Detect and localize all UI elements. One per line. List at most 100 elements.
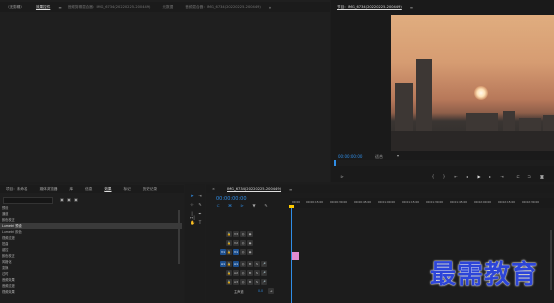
lock-icon[interactable]: 🔒 (226, 270, 232, 276)
track-target[interactable]: A1 (233, 261, 239, 267)
sync-lock-icon[interactable]: ◎ (240, 270, 246, 276)
lock-icon[interactable]: 🔒 (226, 261, 232, 267)
lock-icon[interactable]: 🔒 (226, 279, 232, 285)
sync-lock-icon[interactable]: ◎ (240, 261, 246, 267)
sync-lock-icon[interactable]: ◎ (240, 249, 246, 255)
effects-search[interactable] (3, 197, 53, 204)
tab-audio-clip-mixer[interactable]: 音频剪辑混合器：IMG_6734(20220225-200449) (62, 2, 157, 12)
timeline-menu-icon[interactable]: ≡ (289, 187, 292, 192)
wrench-icon[interactable]: ✎ (264, 204, 268, 208)
settings-icon[interactable]: ▾ (396, 154, 400, 158)
go-to-out-icon[interactable]: ⇥ (500, 175, 504, 179)
video-clip[interactable] (292, 252, 299, 260)
tab-audio-mixer[interactable]: 音频混合器：IMG_6734(20220225-200449) (179, 2, 267, 12)
mute-button[interactable]: M (247, 261, 253, 267)
slip-tool-icon[interactable]: |↔| (190, 212, 195, 220)
track-target[interactable]: A3 (233, 279, 239, 285)
step-back-icon[interactable]: ◂ (465, 175, 469, 179)
play-icon[interactable]: ▶ (477, 175, 481, 179)
snap-icon[interactable]: ⊂ (216, 204, 220, 208)
hand-icon[interactable]: ✋ (190, 221, 195, 225)
go-to-in-icon[interactable]: ⇤ (454, 175, 458, 179)
mark-out-icon[interactable]: } (442, 175, 446, 179)
mark-in-icon[interactable]: { (431, 175, 435, 179)
sync-lock-icon[interactable]: ◎ (240, 231, 246, 237)
pen-icon[interactable]: ✒ (198, 212, 202, 216)
program-title[interactable]: 节目：IMG_6734(20220225-200449) (331, 2, 408, 12)
lock-icon[interactable]: 🔒 (226, 240, 232, 246)
mic-icon[interactable]: 🎤 (261, 261, 267, 267)
list-item[interactable]: 视频效果 (0, 289, 182, 295)
export-frame-icon[interactable]: ◙ (540, 175, 544, 179)
timeline-close-icon[interactable]: × (206, 185, 221, 193)
tab-effects[interactable]: 效果 (98, 185, 117, 193)
mic-icon[interactable]: 🎤 (261, 270, 267, 276)
effects-scrollbar[interactable] (178, 210, 180, 264)
tab-media-browser[interactable]: 媒体浏览器 (34, 185, 64, 193)
track-headers: 🔒 V3 ◎ ◉ 🔒 V2 ◎ ◉ V1 🔒 V1 ◎ ◉ A1 🔒 A1 ◎ … (210, 230, 290, 300)
tab-project[interactable]: 项目：未命名 (0, 185, 34, 193)
sync-lock-icon[interactable]: ◎ (240, 279, 246, 285)
track-a3: 🔒 A3 ◎ M S 🎤 (210, 278, 290, 286)
track-select-icon[interactable]: ⇥ (198, 194, 202, 198)
track-target[interactable]: V1 (233, 249, 239, 255)
ruler-label: 00:02:30:00 (522, 200, 540, 204)
add-marker-icon[interactable]: ⊳ (340, 175, 344, 179)
track-target[interactable]: A2 (233, 270, 239, 276)
master-value[interactable]: 0.0 (258, 289, 263, 293)
lock-icon[interactable]: 🔒 (226, 249, 232, 255)
go-to-icon[interactable]: ⇥ (268, 288, 274, 294)
playhead-marker[interactable] (334, 160, 336, 166)
lock-icon[interactable]: 🔒 (226, 231, 232, 237)
overwrite-icon[interactable]: ⊐ (527, 175, 531, 179)
tools-panel (185, 184, 205, 303)
program-tabbar: 节目：IMG_6734(20220225-200449) ≡ (331, 2, 554, 12)
mic-icon[interactable]: 🎤 (261, 279, 267, 285)
solo-button[interactable]: S (254, 261, 260, 267)
32bit-effects-icon[interactable]: ▣ (67, 198, 71, 202)
timeline-ruler[interactable]: 00:00 00:00:15:00 00:00:30:00 00:00:45:0… (290, 198, 554, 208)
ruler-label: 00:02:00:00 (474, 200, 492, 204)
eye-icon[interactable]: ◉ (247, 231, 253, 237)
playhead-head[interactable] (289, 205, 294, 208)
program-scrubber[interactable] (334, 160, 554, 166)
tab-effect-controls[interactable]: 效果控件 (30, 2, 56, 12)
tab-no-clip[interactable]: （无剪辑） (0, 2, 30, 12)
timeline-timecode[interactable]: 00:00:00:00 (216, 196, 247, 202)
mute-button[interactable]: M (247, 270, 253, 276)
selection-tool-icon[interactable]: ➤ (190, 194, 194, 198)
mute-button[interactable]: M (247, 279, 253, 285)
ripple-edit-icon[interactable]: ⊹ (190, 203, 194, 207)
master-label: 主声道 (234, 290, 244, 294)
linked-selection-icon[interactable]: ⌘ (228, 204, 232, 208)
tab-libraries[interactable]: 库 (64, 185, 80, 193)
source-panel-tabbar: （无剪辑） 效果控件 ≡ 音频剪辑混合器：IMG_6734(20220225-2… (0, 2, 330, 12)
timeline-title[interactable]: IMG_6734(20220225-200449) (221, 185, 287, 193)
track-a2: 🔒 A2 ◎ M S 🎤 (210, 269, 290, 277)
solo-button[interactable]: S (254, 279, 260, 285)
program-timecode[interactable]: 00:00:00:00 (338, 154, 362, 159)
accelerated-effects-icon[interactable]: ▣ (60, 198, 64, 202)
eye-icon[interactable]: ◉ (247, 240, 253, 246)
eye-icon[interactable]: ◉ (247, 249, 253, 255)
tab-history[interactable]: 历史记录 (137, 185, 163, 193)
tab-markers[interactable]: 标记 (118, 185, 137, 193)
timeline-settings-icon[interactable]: ▼ (252, 204, 256, 208)
type-tool-icon[interactable]: T (198, 221, 202, 225)
step-forward-icon[interactable]: ▸ (488, 175, 492, 179)
tab-info[interactable]: 信息 (79, 185, 98, 193)
solo-button[interactable]: S (254, 270, 260, 276)
ground (391, 131, 554, 151)
add-marker-icon-timeline[interactable]: ⊳ (240, 204, 244, 208)
track-target[interactable]: V3 (233, 231, 239, 237)
program-menu-icon[interactable]: ≡ (410, 5, 413, 10)
yuv-effects-icon[interactable]: ▣ (74, 198, 78, 202)
tab-metadata[interactable]: 元数据 (156, 2, 179, 12)
sync-lock-icon[interactable]: ◎ (240, 240, 246, 246)
timeline-tabbar: × IMG_6734(20220225-200449) ≡ (206, 185, 554, 193)
timeline-scrollbar[interactable] (550, 230, 552, 290)
razor-icon[interactable]: ✎ (198, 203, 202, 207)
more-icon[interactable]: » (269, 5, 271, 10)
insert-icon[interactable]: ⊏ (516, 175, 520, 179)
track-target[interactable]: V2 (233, 240, 239, 246)
